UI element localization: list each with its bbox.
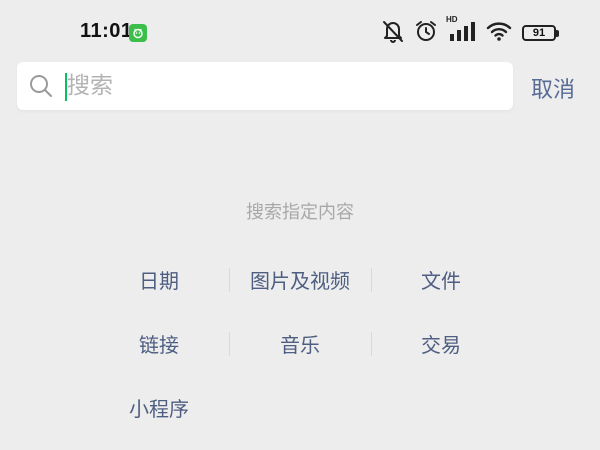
category-mini-programs[interactable]: 小程序 bbox=[64, 393, 254, 422]
search-bar[interactable] bbox=[17, 62, 513, 110]
search-icon bbox=[29, 74, 53, 98]
alarm-clock-icon bbox=[414, 19, 438, 47]
battery-level: 91 bbox=[532, 27, 546, 39]
bell-muted-icon bbox=[382, 19, 404, 47]
category-files[interactable]: 文件 bbox=[346, 265, 536, 294]
status-icons: HD 91 bbox=[382, 15, 559, 47]
status-time: 11:01 bbox=[80, 20, 133, 42]
hd-label: HD bbox=[446, 15, 458, 24]
category-transactions[interactable]: 交易 bbox=[346, 329, 536, 358]
wifi-icon bbox=[486, 20, 512, 46]
battery-icon: 91 bbox=[522, 25, 559, 41]
search-input[interactable] bbox=[67, 66, 497, 106]
status-bar: 11:01 HD 91 bbox=[0, 0, 600, 62]
section-title: 搜索指定内容 bbox=[246, 202, 354, 223]
cancel-button[interactable]: 取消 bbox=[531, 72, 575, 104]
app-notification-icon bbox=[129, 24, 147, 42]
cellular-signal-icon: HD bbox=[446, 15, 476, 47]
